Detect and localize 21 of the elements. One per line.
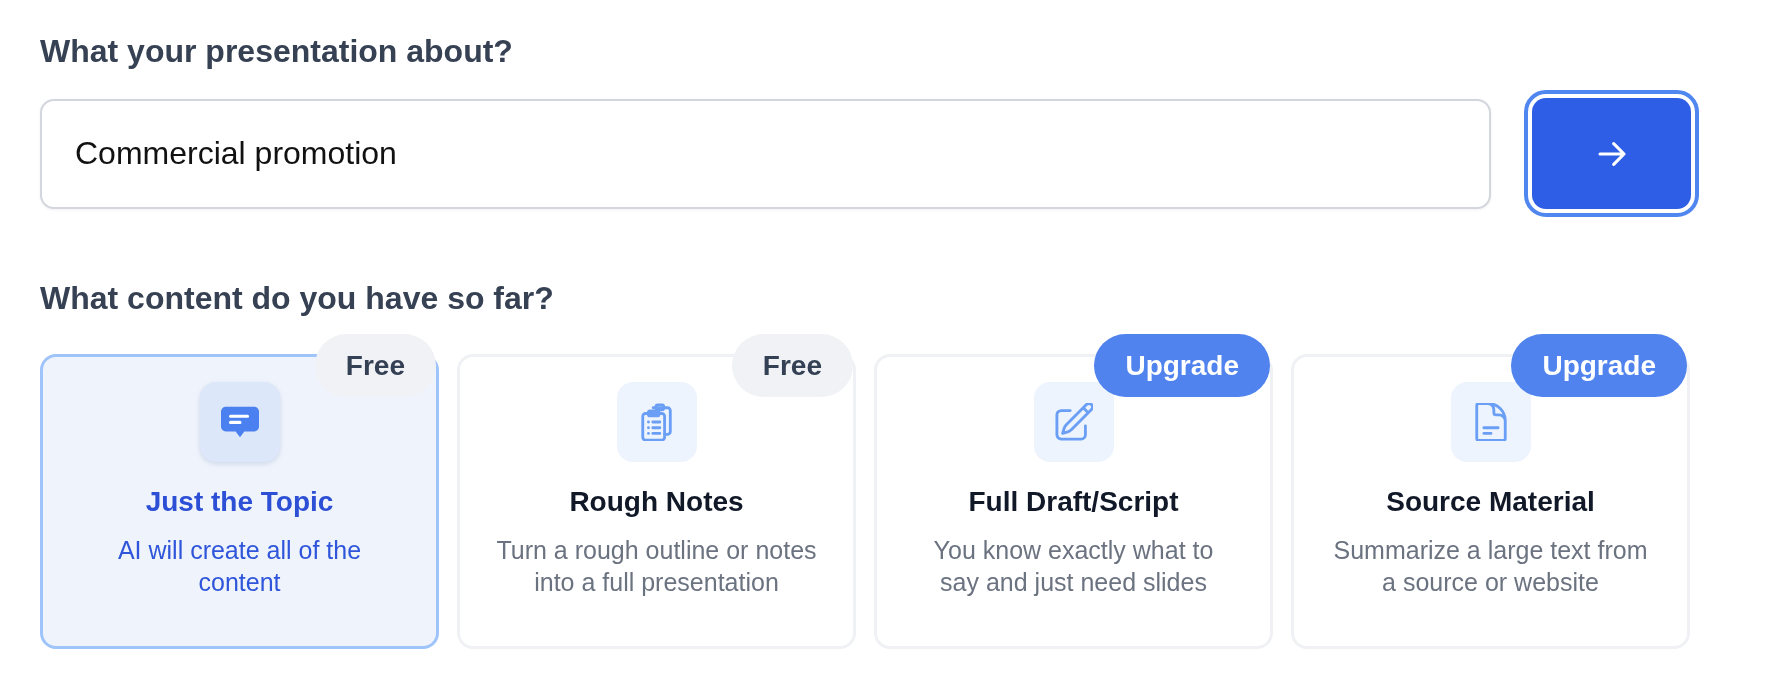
plan-badge: Free xyxy=(314,334,436,397)
chat-bubble-icon xyxy=(199,382,280,462)
topic-input-field[interactable]: Commercial promotion xyxy=(40,98,1491,209)
option-description: You know exactly what to say and just need slides xyxy=(932,535,1215,598)
option-title: Just the Topic xyxy=(145,487,334,517)
option-description: AI will create all of the content xyxy=(116,535,363,598)
clipboard-list-icon xyxy=(616,382,697,462)
plan-badge: Upgrade xyxy=(1511,334,1687,397)
section-heading: What content do you have so far? xyxy=(40,282,554,314)
arrow-right-icon xyxy=(1597,141,1626,166)
submit-button[interactable] xyxy=(1524,90,1699,217)
pencil-square-icon xyxy=(1033,382,1114,462)
option-title: Full Draft/Script xyxy=(968,487,1179,517)
option-description: Summarize a large text from a source or website xyxy=(1332,535,1649,598)
plan-badge: Upgrade xyxy=(1094,334,1270,397)
option-title: Source Material xyxy=(1386,487,1595,517)
option-description: Turn a rough outline or notes into a full presentation xyxy=(495,535,818,598)
document-icon xyxy=(1450,382,1531,462)
plan-badge: Free xyxy=(731,334,853,397)
option-title: Rough Notes xyxy=(569,487,744,517)
section-heading: What your presentation about? xyxy=(40,35,513,67)
